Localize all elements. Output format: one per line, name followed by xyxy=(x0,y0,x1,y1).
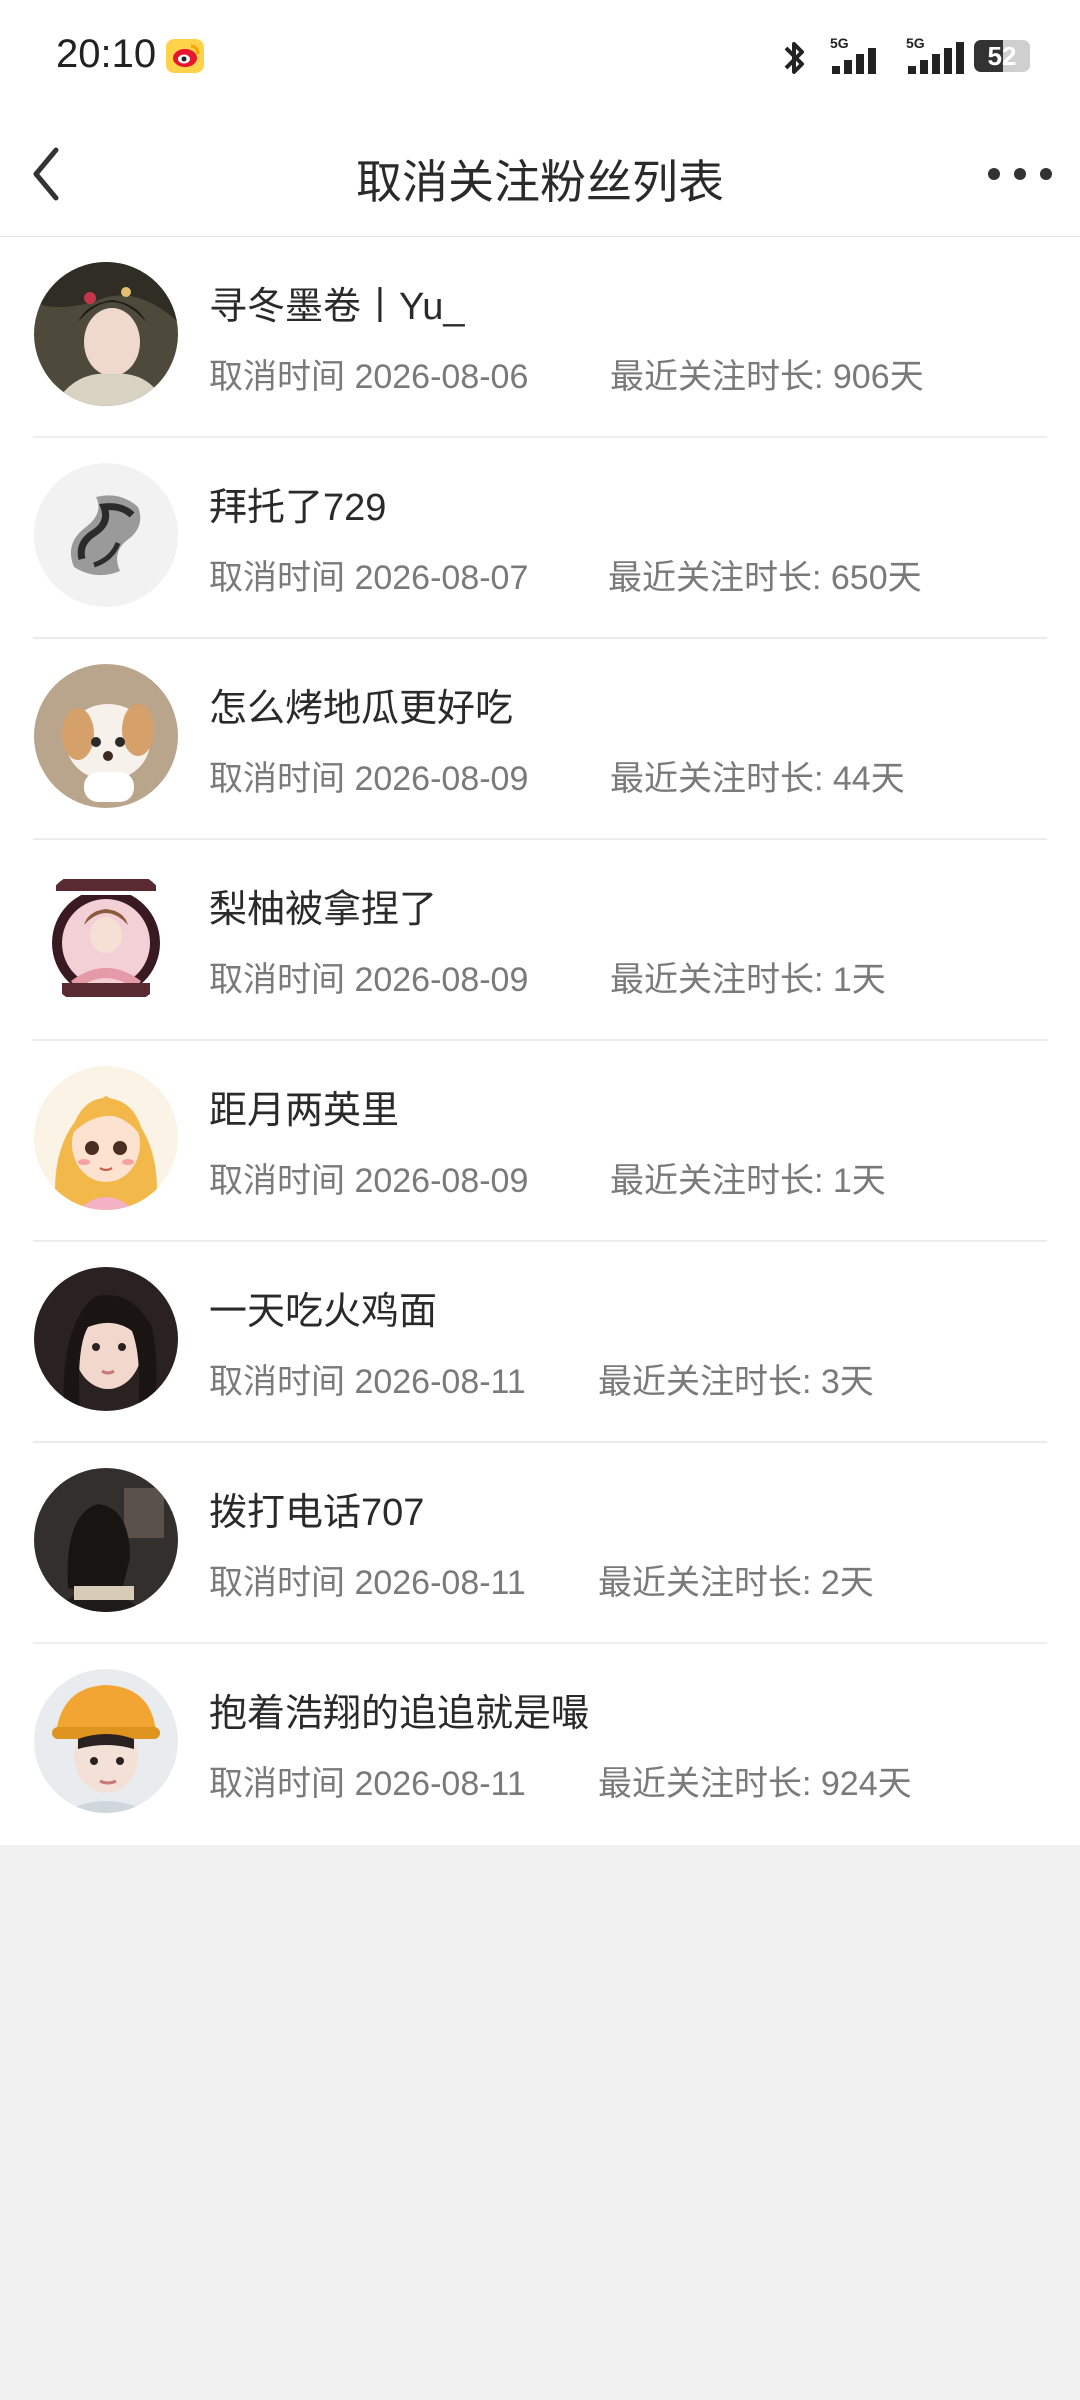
avatar[interactable] xyxy=(34,262,178,406)
follow-duration: 最近关注时长: 1天 xyxy=(610,1162,886,1200)
unfollow-time: 取消时间 2026-08-11 xyxy=(209,1363,526,1401)
list-item[interactable]: 抱着浩翔的追追就是嘬 取消时间 2026-08-11 最近关注时长: 924天 xyxy=(0,1644,1080,1845)
fan-name: 拨打电话707 xyxy=(209,1492,425,1534)
avatar[interactable] xyxy=(34,1468,178,1612)
fan-name: 寻冬墨卷丨Yu_ xyxy=(209,286,465,328)
avatar[interactable] xyxy=(34,664,178,808)
battery-level: 52 xyxy=(987,41,1017,71)
fan-name: 抱着浩翔的追追就是嘬 xyxy=(209,1693,590,1735)
follow-duration: 最近关注时长: 924天 xyxy=(598,1765,912,1803)
follow-duration: 最近关注时长: 2天 xyxy=(598,1564,874,1602)
fan-name: 一天吃火鸡面 xyxy=(209,1291,438,1333)
more-dots-icon xyxy=(988,168,1000,180)
follow-duration: 最近关注时长: 1天 xyxy=(610,961,886,999)
fan-name: 拜托了729 xyxy=(209,487,387,529)
unfollow-time: 取消时间 2026-08-11 xyxy=(209,1765,526,1803)
avatar[interactable] xyxy=(34,1267,178,1411)
unfollow-time: 取消时间 2026-08-07 xyxy=(209,559,529,597)
fan-name: 怎么烤地瓜更好吃 xyxy=(209,688,514,730)
fan-name: 距月两英里 xyxy=(209,1090,400,1132)
more-button[interactable] xyxy=(986,152,1056,196)
avatar[interactable] xyxy=(34,865,178,1009)
follow-duration: 最近关注时长: 3天 xyxy=(598,1363,874,1401)
unfollow-time: 取消时间 2026-08-09 xyxy=(209,760,529,798)
battery-icon: 52 xyxy=(974,40,1030,72)
unfollow-time: 取消时间 2026-08-09 xyxy=(209,961,529,999)
follow-duration: 最近关注时长: 650天 xyxy=(608,559,922,597)
list-item[interactable]: 怎么烤地瓜更好吃 取消时间 2026-08-09 最近关注时长: 44天 xyxy=(0,639,1080,840)
network-label-1: 5G xyxy=(830,35,849,51)
fan-name: 梨柚被拿捏了 xyxy=(209,889,438,931)
avatar[interactable] xyxy=(34,463,178,607)
more-dots-icon xyxy=(1014,168,1026,180)
follow-duration: 最近关注时长: 44天 xyxy=(610,760,905,798)
list-item[interactable]: 梨柚被拿捏了 取消时间 2026-08-09 最近关注时长: 1天 xyxy=(0,840,1080,1041)
bluetooth-icon xyxy=(784,42,804,74)
list-item[interactable]: 距月两英里 取消时间 2026-08-09 最近关注时长: 1天 xyxy=(0,1041,1080,1242)
unfollow-time: 取消时间 2026-08-06 xyxy=(209,358,529,396)
signal-strength-icon-2: 5G xyxy=(906,35,964,74)
list-item[interactable]: 拨打电话707 取消时间 2026-08-11 最近关注时长: 2天 xyxy=(0,1443,1080,1644)
navigation-bar: 取消关注粉丝列表 xyxy=(0,112,1080,237)
list-item[interactable]: 拜托了729 取消时间 2026-08-07 最近关注时长: 650天 xyxy=(0,438,1080,639)
status-time: 20:10 xyxy=(56,32,157,76)
status-bar: 20:10 5G 5G 52 xyxy=(0,0,1080,112)
follow-duration: 最近关注时长: 906天 xyxy=(610,358,924,396)
unfollow-time: 取消时间 2026-08-09 xyxy=(209,1162,529,1200)
unfollow-time: 取消时间 2026-08-11 xyxy=(209,1564,526,1602)
weibo-icon xyxy=(166,39,204,73)
more-dots-icon xyxy=(1040,168,1052,180)
list-item[interactable]: 寻冬墨卷丨Yu_ 取消时间 2026-08-06 最近关注时长: 906天 xyxy=(0,237,1080,438)
avatar[interactable] xyxy=(34,1669,178,1813)
page-title: 取消关注粉丝列表 xyxy=(356,156,724,208)
avatar[interactable] xyxy=(34,1066,178,1210)
signal-strength-icon: 5G xyxy=(830,35,876,74)
list-item[interactable]: 一天吃火鸡面 取消时间 2026-08-11 最近关注时长: 3天 xyxy=(0,1242,1080,1443)
network-label-2: 5G xyxy=(906,35,925,51)
unfollowed-fans-list: 寻冬墨卷丨Yu_ 取消时间 2026-08-06 最近关注时长: 906天 拜托… xyxy=(0,237,1080,1845)
